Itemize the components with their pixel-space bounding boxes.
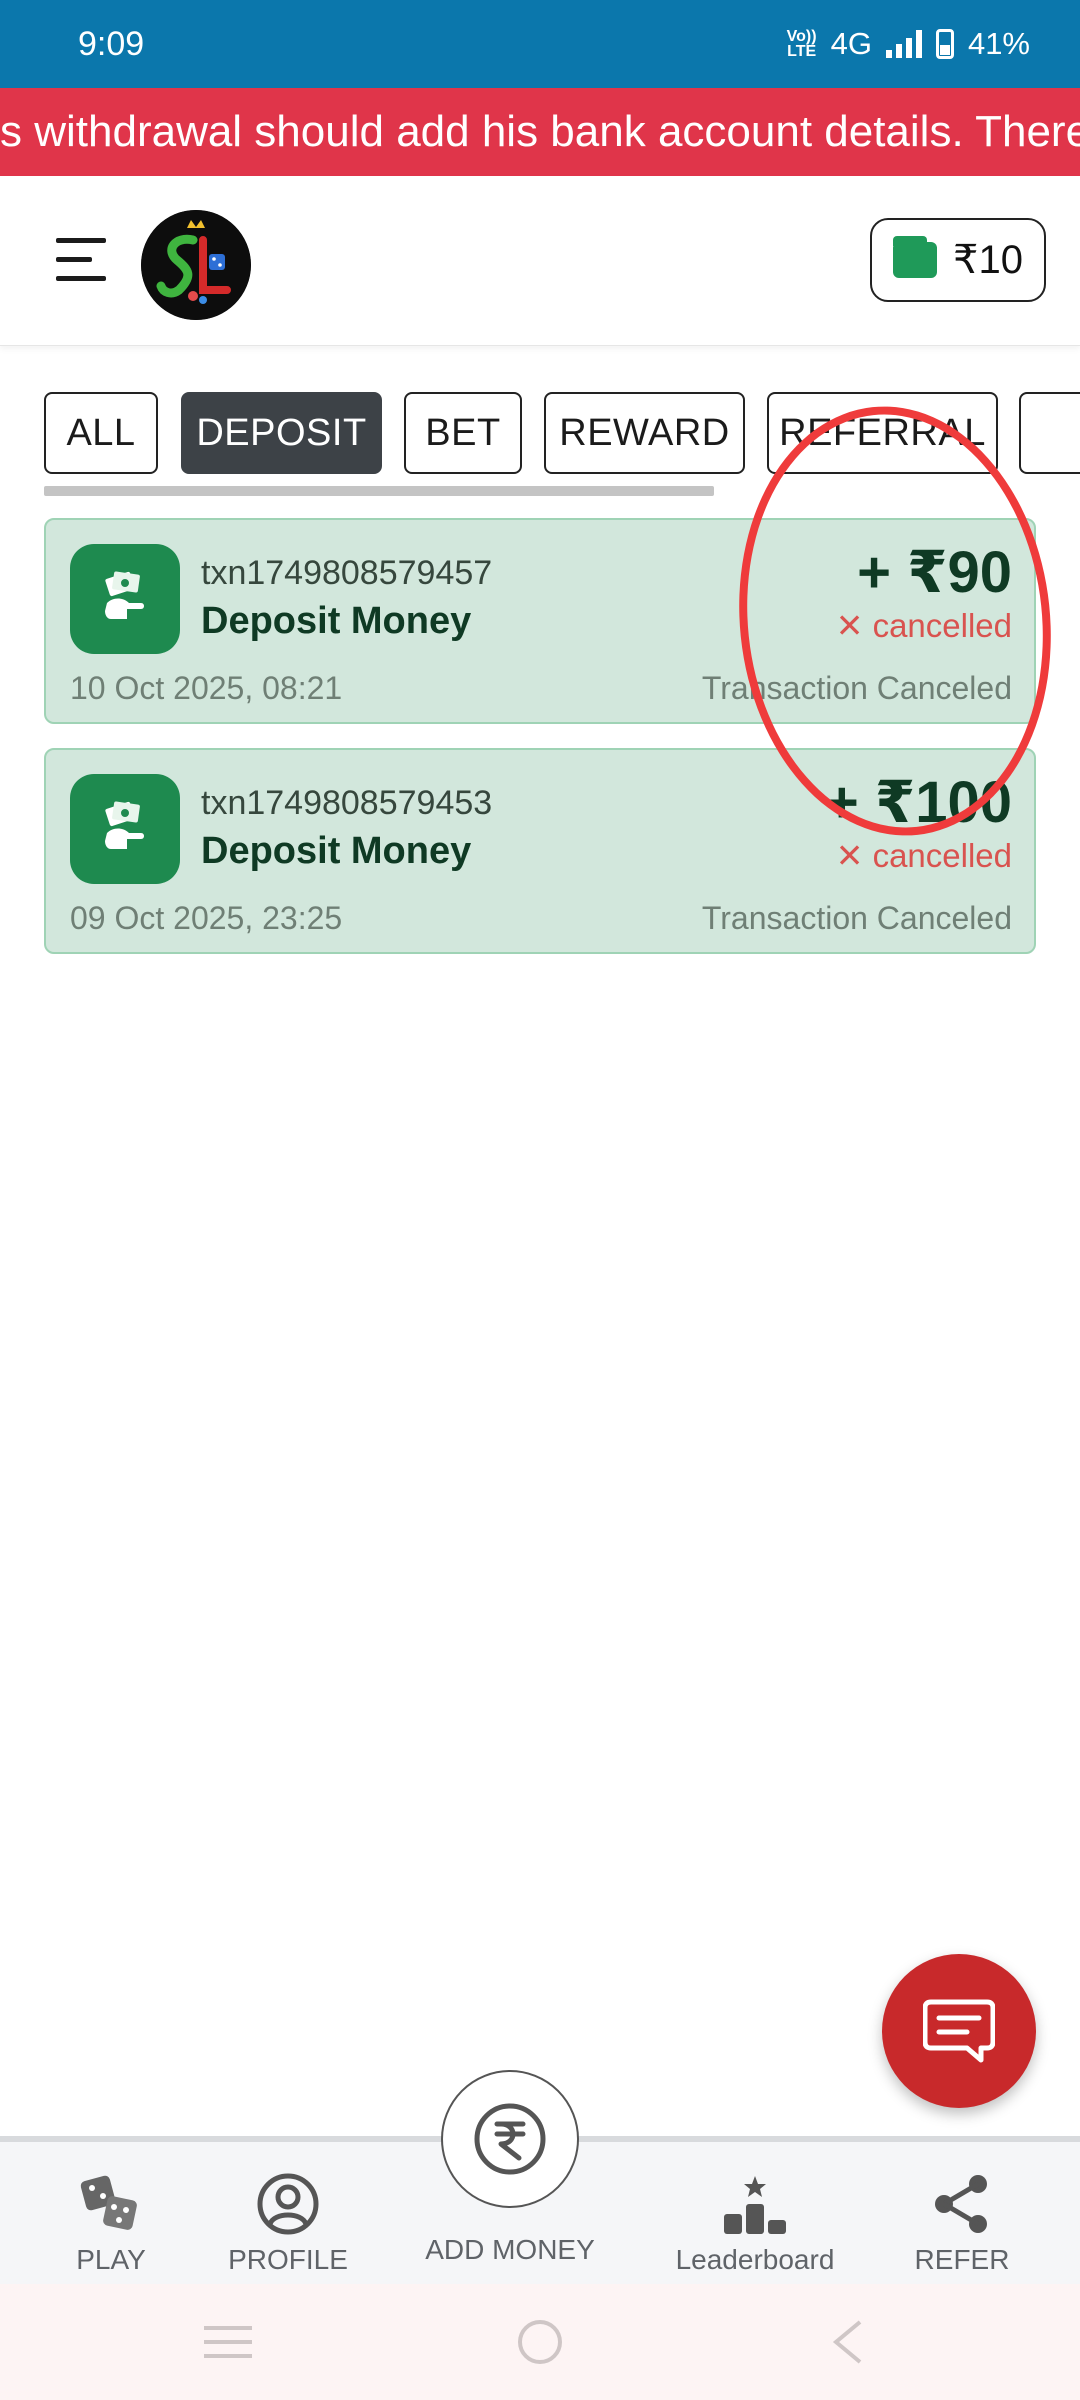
chat-icon <box>923 1999 995 2063</box>
transaction-note: Transaction Canceled <box>701 670 1012 706</box>
tab-referral[interactable]: REFERRAL <box>767 392 998 474</box>
transaction-id: txn1749808579453 <box>201 784 493 822</box>
tab-all[interactable]: ALL <box>44 392 158 474</box>
transaction-card[interactable]: txn1749808579453 Deposit Money + ₹100 ✕ … <box>44 748 1036 954</box>
signal-icon <box>885 30 922 58</box>
volte-icon: Vo)) LTE <box>786 28 817 60</box>
status-bar: 9:09 Vo)) LTE 4G 41% <box>0 0 1080 88</box>
tab-deposit[interactable]: DEPOSIT <box>181 392 382 474</box>
tab-label: DEPOSIT <box>196 411 367 454</box>
app-logo[interactable] <box>141 210 251 320</box>
status-time: 9:09 <box>78 24 145 63</box>
transaction-title: Deposit Money <box>201 600 472 642</box>
transaction-filter-tabs: ALL DEPOSIT BET REWARD REFERRAL <box>44 392 1080 476</box>
transaction-id: txn1749808579457 <box>201 554 493 592</box>
nav-label: PROFILE <box>228 2244 348 2275</box>
battery-icon <box>935 29 954 59</box>
tab-more[interactable] <box>1019 392 1080 474</box>
tab-label: ALL <box>66 411 136 454</box>
tab-label: BET <box>425 411 501 454</box>
transaction-status: ✕ cancelled <box>836 606 1012 645</box>
money-hand-icon <box>70 774 180 884</box>
nav-profile[interactable]: PROFILE <box>188 2172 388 2276</box>
close-icon: ✕ <box>835 607 873 644</box>
share-icon <box>862 2172 1062 2236</box>
back-icon[interactable] <box>830 2318 866 2366</box>
transaction-date: 09 Oct 2025, 23:25 <box>70 900 343 936</box>
transactions-screen: 9:09 Vo)) LTE 4G 41% s withdrawal should … <box>0 0 1080 2400</box>
rupee-icon <box>474 2103 546 2175</box>
system-navigation-bar <box>0 2284 1080 2400</box>
bottom-navigation: PLAY PROFILE ADD MONEY Leaderboard REFER <box>0 2070 1080 2284</box>
nav-refer[interactable]: REFER <box>862 2172 1062 2276</box>
nav-play[interactable]: PLAY <box>11 2172 211 2276</box>
status-text: cancelled <box>872 837 1012 874</box>
dice-icon <box>11 2172 211 2236</box>
home-icon[interactable] <box>516 2318 564 2366</box>
nav-label: Leaderboard <box>675 2244 835 2275</box>
nav-label: REFER <box>914 2244 1010 2275</box>
status-text: cancelled <box>872 607 1012 644</box>
transaction-title: Deposit Money <box>201 830 472 872</box>
status-icons: Vo)) LTE 4G 41% <box>787 26 1030 62</box>
app-header: ₹10 <box>0 176 1080 346</box>
transaction-amount: + ₹90 <box>857 540 1012 605</box>
tab-bet[interactable]: BET <box>404 392 522 474</box>
user-circle-icon <box>188 2172 388 2236</box>
nav-leaderboard[interactable]: Leaderboard <box>655 2172 855 2276</box>
tab-reward[interactable]: REWARD <box>544 392 745 474</box>
transaction-status: ✕ cancelled <box>836 836 1012 875</box>
nav-label: PLAY <box>76 2244 146 2275</box>
transaction-date: 10 Oct 2025, 08:21 <box>70 670 343 706</box>
wallet-icon <box>893 236 938 278</box>
hamburger-icon[interactable] <box>56 238 106 282</box>
money-hand-icon <box>70 544 180 654</box>
wallet-amount: ₹10 <box>953 238 1023 282</box>
announcement-marquee: s withdrawal should add his bank account… <box>0 88 1080 176</box>
podium-icon <box>655 2172 855 2236</box>
announcement-text: s withdrawal should add his bank account… <box>0 107 1080 156</box>
tabs-scroll-indicator <box>44 486 714 496</box>
nav-label-add-money: ADD MONEY <box>425 2234 595 2265</box>
tab-label: REWARD <box>559 411 730 454</box>
network-type: 4G <box>830 26 872 61</box>
transaction-amount: + ₹100 <box>824 770 1012 835</box>
tab-label: REFERRAL <box>779 411 986 454</box>
close-icon: ✕ <box>835 837 873 874</box>
wallet-balance-button[interactable]: ₹10 <box>870 218 1046 302</box>
transaction-note: Transaction Canceled <box>701 900 1012 936</box>
add-money-button[interactable] <box>441 2070 579 2208</box>
recent-apps-icon[interactable] <box>202 2322 254 2362</box>
battery-percent: 41% <box>967 26 1030 61</box>
transaction-card[interactable]: txn1749808579457 Deposit Money + ₹90 ✕ c… <box>44 518 1036 724</box>
chat-button[interactable] <box>882 1954 1036 2108</box>
